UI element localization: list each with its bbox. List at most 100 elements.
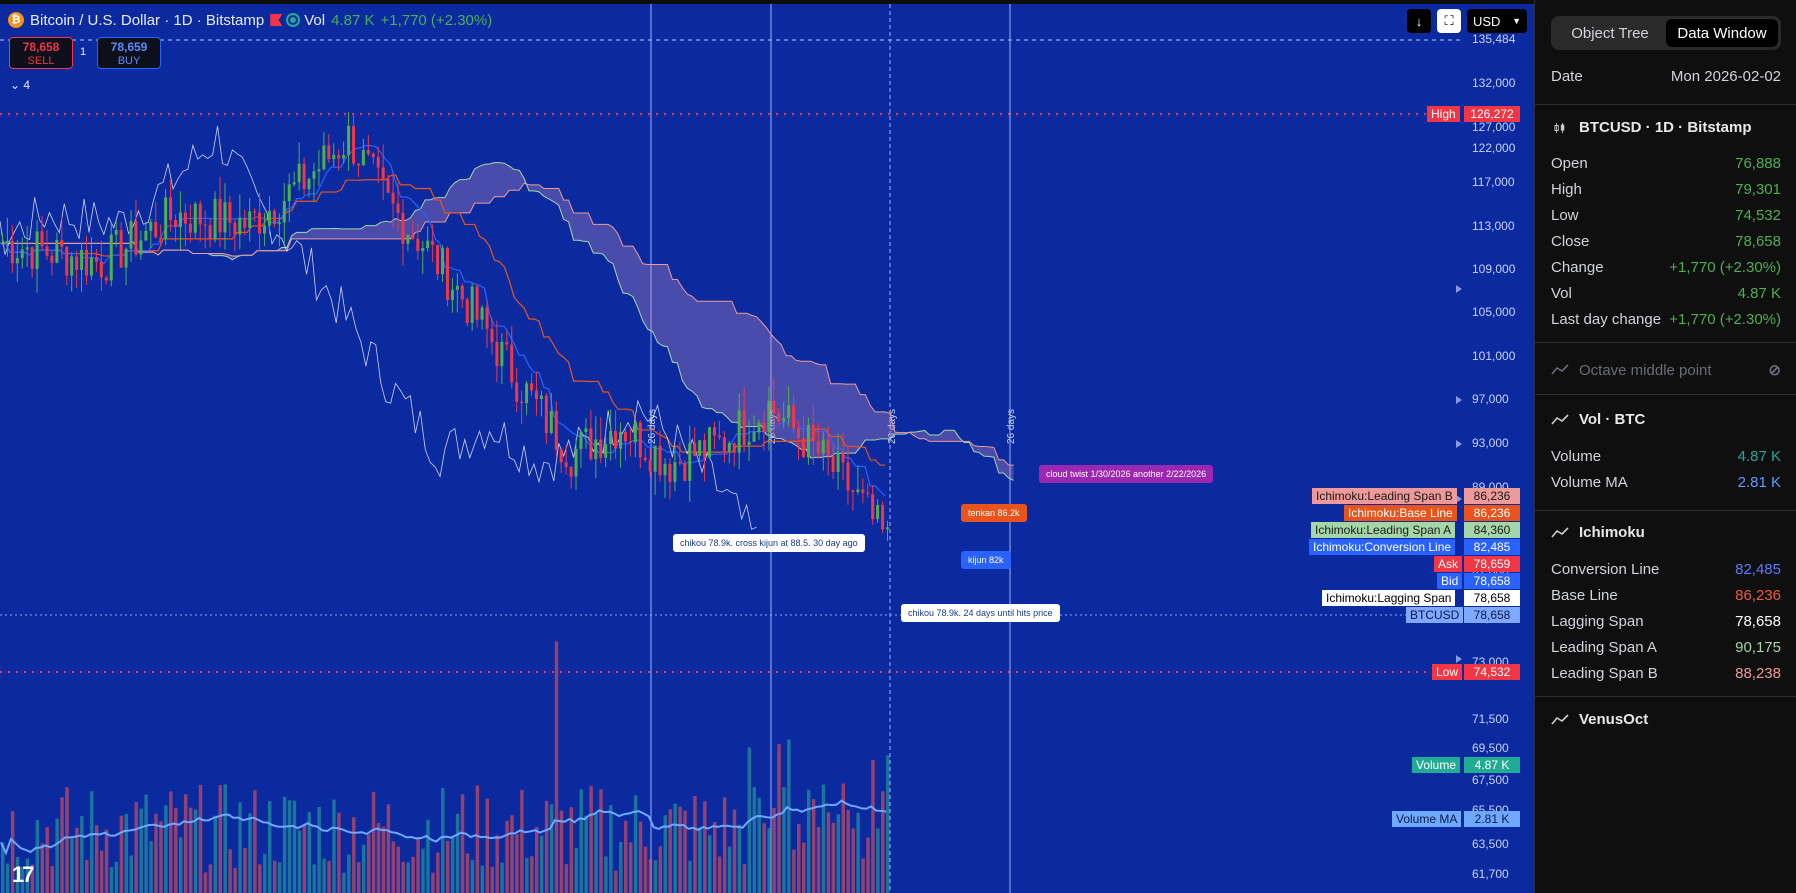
symbol-title[interactable]: Bitcoin / U.S. Dollar · 1D · Bitstamp [30,12,264,29]
candle-body [104,277,108,281]
chikou-days-note[interactable]: chikou 78.9k. 24 days until hits price [901,604,1060,622]
candle-body [70,256,74,276]
sell-label: SELL [27,55,55,67]
candle-body [292,182,296,185]
bid-value: 78,658 [1464,573,1520,589]
candle-body [485,307,489,329]
volume-bar [752,787,756,893]
data-row-label: Volume MA [1551,474,1628,491]
candle-body [258,212,262,234]
volume-bar [599,789,603,893]
chevron-down-icon: ⌄ [10,78,21,92]
tab-object-tree[interactable]: Object Tree [1554,19,1666,47]
kijun-note[interactable]: kijun 82k [961,551,1011,569]
candle-body [792,405,796,429]
volume-bar [579,789,583,893]
btcusd-label: BTCUSD [1406,607,1464,623]
candle-body [559,449,563,463]
vol-value: 4.87 K [331,11,375,29]
volume-bar [416,837,420,893]
volume-bar [411,856,415,893]
candle-body [762,422,766,433]
candle-body [712,427,716,436]
volume-bar [322,858,326,893]
currency-select[interactable]: USD ▼ [1467,9,1527,33]
venus-section-header[interactable]: VenusOct [1551,711,1781,728]
chart-canvas[interactable]: 26 days26 days26 days26 days 135,484132,… [0,4,1534,893]
low-value: 74,532 [1464,664,1520,680]
order-quantity[interactable]: 1 [80,46,86,58]
indicators-toggle[interactable]: ⌄ 4 [10,78,30,92]
volume-bar [787,739,791,893]
bid-label: Bid [1437,573,1463,589]
volume-value: 4.87 K [1464,757,1520,773]
volume-bar [243,847,247,893]
conversion-line-label: Ichimoku:Conversion Line [1309,539,1456,555]
volume-bar [475,785,480,893]
tradingview-logo[interactable]: 17 [12,862,35,888]
candle-body [717,435,721,438]
candle-body [445,247,449,301]
ichimoku-section-header[interactable]: Ichimoku [1551,524,1781,541]
tab-data-window[interactable]: Data Window [1666,19,1778,47]
candle-body [801,438,805,458]
price-tick: 71,500 [1472,712,1509,726]
vol-section-header[interactable]: Vol · BTC [1551,411,1781,428]
volume-bar [673,803,677,893]
volume-bar [366,834,371,893]
leading-span-b-value: 86,236 [1464,488,1520,504]
candle-body [455,285,459,290]
volume-bar [376,823,381,893]
octave-section-header[interactable]: Octave middle point ⊘ [1551,361,1781,379]
tenkan-note[interactable]: tenkan 86.2k [961,504,1027,522]
candle-body [218,198,222,233]
price-chart[interactable]: 26 days26 days26 days26 days [0,4,1534,893]
volume-bar [164,805,168,893]
buy-button[interactable]: 78,659 BUY [97,37,161,69]
candle-body [752,432,756,442]
symbol-section-header[interactable]: BTCUSD · 1D · Bitstamp [1551,119,1781,136]
candle-body [391,192,395,204]
candle-body [243,217,247,228]
download-icon[interactable]: ↓ [1407,9,1431,33]
candle-body [174,219,178,227]
chikou-cross-note[interactable]: chikou 78.9k. cross kijun at 88.5. 30 da… [673,534,865,552]
candle-body [75,256,79,270]
data-row: Change +1,770 (+2.30%) [1551,259,1781,276]
volume-bar [574,848,578,893]
data-row: Base Line 86,236 [1551,587,1781,604]
data-row-value: 88,238 [1735,665,1781,682]
volume-bar [881,791,885,893]
volume-bar [722,797,727,893]
volume-bar [272,860,277,893]
sell-button[interactable]: 78,658 SELL [9,37,73,69]
candle-body [65,246,69,276]
candle-body [263,225,267,234]
cloud-twist-note[interactable]: cloud twist 1/30/2026 another 2/22/2026 [1039,465,1214,483]
volume-bar [282,796,287,893]
data-row-label: Leading Span B [1551,665,1658,682]
volume-bar [624,820,628,893]
volume-bar [60,797,64,893]
candle-body [470,286,474,323]
volume-bar [821,784,826,893]
hidden-eye-icon[interactable]: ⊘ [1768,361,1781,379]
candle-body [35,231,39,269]
volume-bar [698,827,702,893]
candle-body [881,504,885,530]
volume-bar [525,857,529,893]
volume-bar [658,846,663,893]
data-row-label: Conversion Line [1551,561,1660,578]
base-line-label: Ichimoku:Base Line [1344,505,1457,521]
data-row: Volume 4.87 K [1551,448,1781,465]
candle-body [154,221,158,238]
volume-bar [717,856,722,893]
flag-icon[interactable] [270,14,283,26]
volume-bar [772,807,776,893]
candle-body [287,184,291,202]
candle-body [10,240,14,264]
screenshot-icon[interactable]: ⛶ [1437,9,1461,33]
octave-section-title: Octave middle point [1579,361,1712,379]
volume-bar [134,802,138,893]
change-value: +1,770 (+2.30%) [380,11,493,29]
